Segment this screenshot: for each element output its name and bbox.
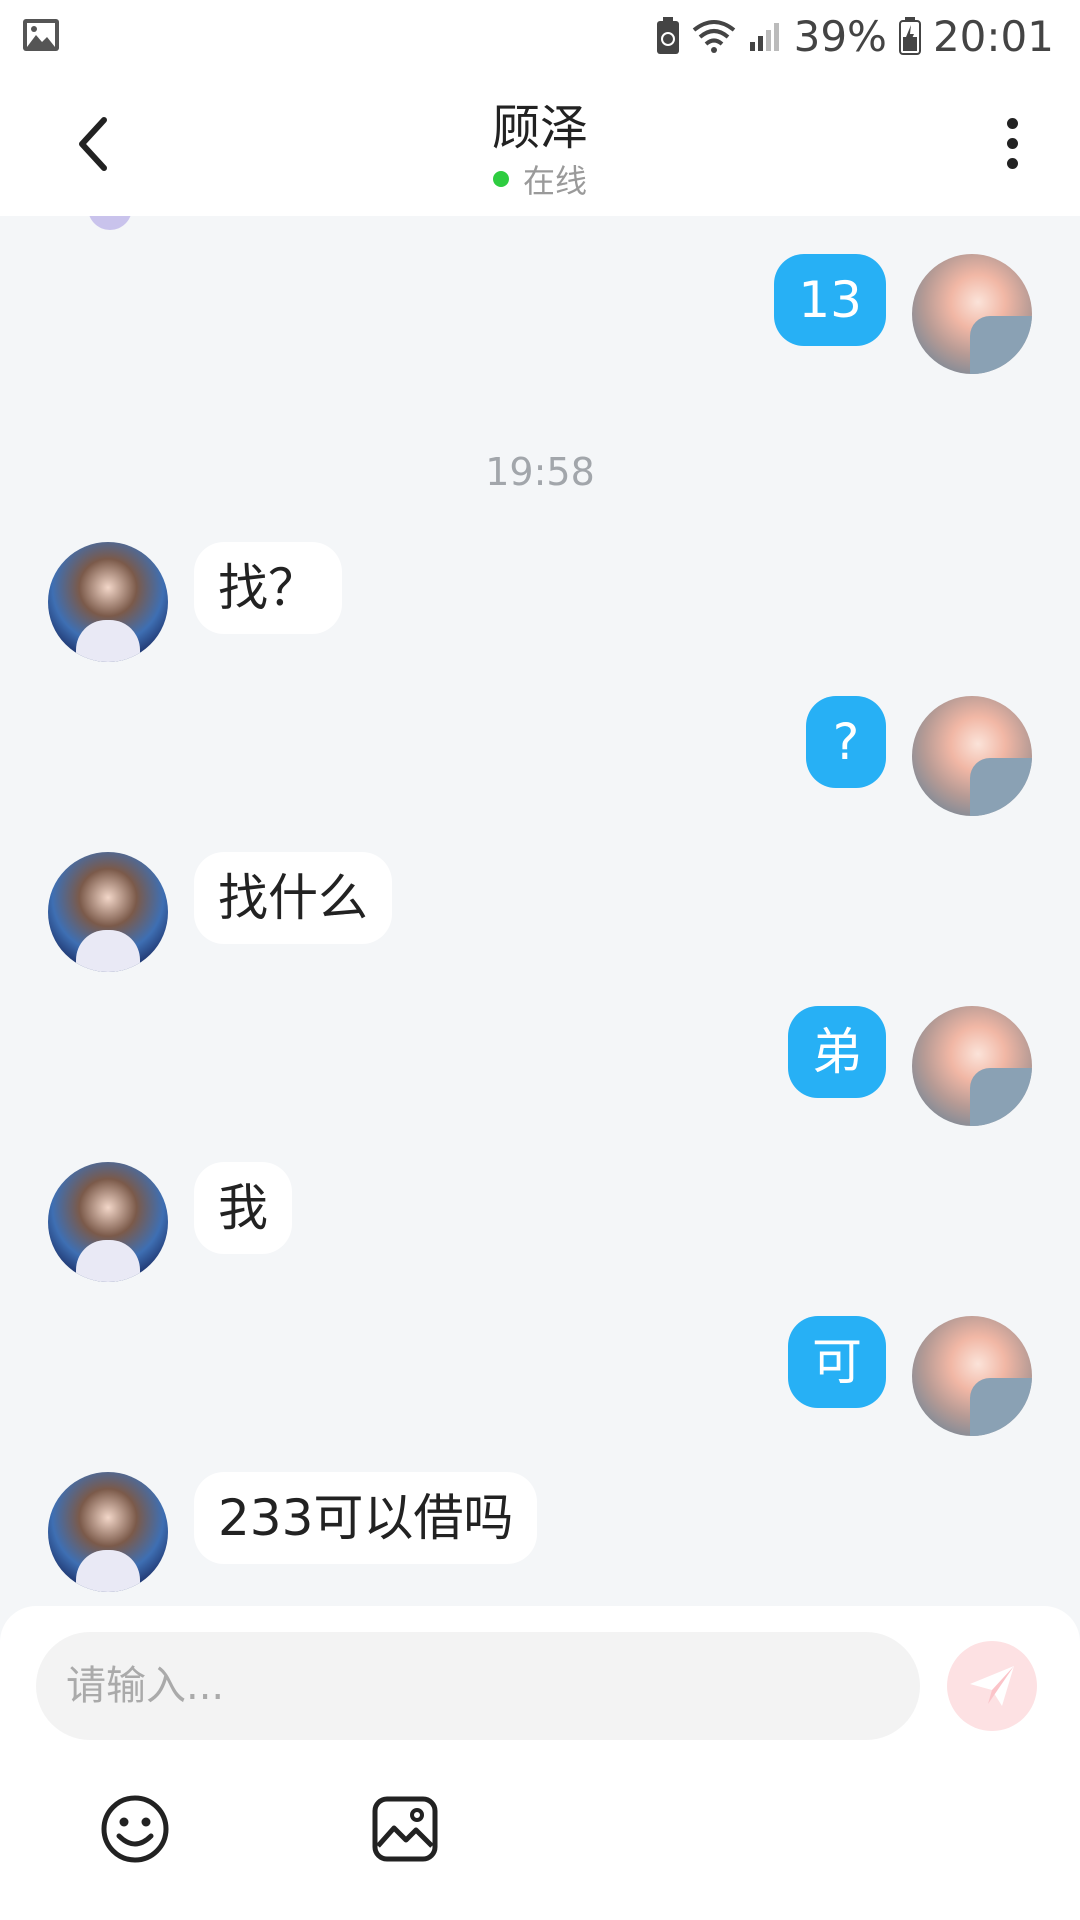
image-icon[interactable] <box>372 1796 438 1862</box>
gallery-icon <box>23 19 59 51</box>
message-bubble-sent[interactable]: 13 <box>774 254 886 346</box>
status-bar: 39% 20:01 <box>0 0 1080 72</box>
status-icons: 39% 20:01 <box>656 10 1054 62</box>
message-bubble-received[interactable]: 我 <box>194 1162 292 1254</box>
battery-icon <box>898 17 921 55</box>
battery-saver-icon <box>656 17 679 54</box>
my-avatar[interactable] <box>912 1316 1032 1436</box>
send-button[interactable] <box>947 1641 1037 1731</box>
message-timestamp: 19:58 <box>485 450 595 494</box>
message-bubble-sent[interactable]: ? <box>806 696 886 788</box>
chat-header: 顾泽 在线 <box>0 72 1080 216</box>
send-icon <box>970 1666 1014 1706</box>
emoji-icon[interactable] <box>100 1794 170 1864</box>
my-avatar[interactable] <box>912 1006 1032 1126</box>
contact-avatar[interactable] <box>48 852 168 972</box>
message-bubble-sent[interactable]: 弟 <box>788 1006 886 1098</box>
message-list[interactable]: 13 19:58 找？ ? 找什么 弟 我 可 233可以借吗 <box>0 216 1080 1606</box>
message-composer <box>0 1606 1080 1920</box>
signal-icon <box>749 23 779 51</box>
my-avatar[interactable] <box>912 696 1032 816</box>
my-avatar[interactable] <box>912 254 1032 374</box>
online-status-label: 在线 <box>522 162 587 200</box>
online-status: 在线 <box>0 156 1080 202</box>
online-dot-icon <box>492 171 509 187</box>
message-bubble-received[interactable]: 找？ <box>194 542 342 634</box>
contact-avatar[interactable] <box>48 1162 168 1282</box>
contact-name: 顾泽 <box>491 100 588 156</box>
message-bubble-received[interactable]: 233可以借吗 <box>194 1472 538 1564</box>
message-input[interactable] <box>36 1632 920 1740</box>
wifi-icon <box>692 20 735 53</box>
message-bubble-sent[interactable]: 可 <box>788 1316 886 1408</box>
clock: 20:01 <box>932 11 1054 61</box>
contact-avatar[interactable] <box>48 542 168 662</box>
more-options-icon[interactable] <box>1000 118 1024 174</box>
battery-percent: 39% <box>793 11 887 61</box>
contact-avatar[interactable] <box>48 1472 168 1592</box>
message-bubble-received[interactable]: 找什么 <box>194 852 392 944</box>
avatar <box>88 216 132 230</box>
